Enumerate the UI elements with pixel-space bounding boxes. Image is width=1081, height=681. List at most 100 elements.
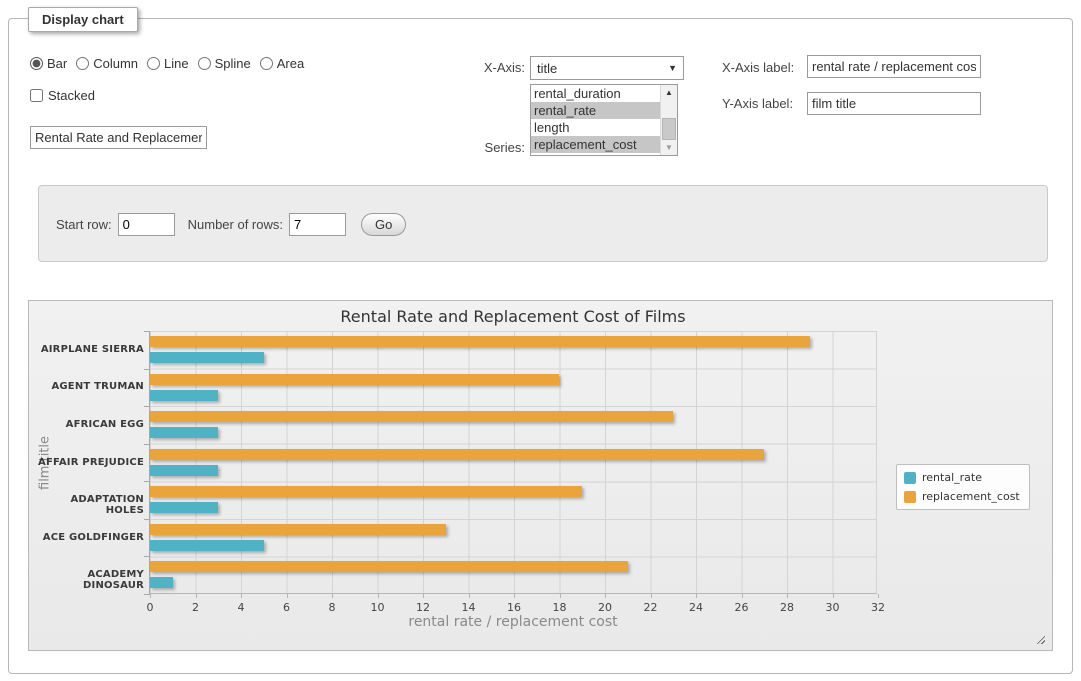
go-button[interactable]: Go — [361, 213, 406, 236]
y-axis-tick — [144, 556, 150, 557]
chart-type-radio-group: Bar Column Line Spline Area — [30, 56, 304, 71]
x-axis-select[interactable]: title ▼ — [530, 56, 684, 80]
x-tick-label: 6 — [267, 601, 307, 614]
bar-rental_rate[interactable] — [150, 427, 218, 438]
x-tick-label: 14 — [449, 601, 489, 614]
x-axis-tick — [833, 594, 834, 598]
scrollbar-thumb[interactable] — [662, 118, 676, 140]
x-axis-label-caption: X-Axis label: — [722, 60, 794, 75]
legend-label: replacement_cost — [922, 490, 1020, 503]
rows-panel-content: Start row: Number of rows: Go — [56, 213, 406, 236]
y-axis-tick — [144, 369, 150, 370]
bar-rental_rate[interactable] — [150, 540, 264, 551]
x-axis-tick — [196, 594, 197, 598]
x-axis-select-label: X-Axis: — [455, 60, 525, 75]
bar-replacement_cost[interactable] — [150, 524, 446, 535]
x-tick-label: 26 — [722, 601, 762, 614]
x-axis-tick — [514, 594, 515, 598]
x-axis-tick — [742, 594, 743, 598]
chart-title: Rental Rate and Replacement Cost of Film… — [29, 307, 997, 326]
series-option-rental-duration[interactable]: rental_duration — [531, 85, 660, 102]
series-listbox-scrollbar[interactable]: ▲ ▼ — [660, 85, 677, 155]
scroll-down-icon[interactable]: ▼ — [661, 140, 677, 155]
radio-input-area[interactable] — [260, 57, 273, 70]
resize-handle-icon[interactable] — [1034, 633, 1045, 644]
x-axis-title: rental rate / replacement cost — [149, 614, 877, 630]
x-axis-tick — [560, 594, 561, 598]
num-rows-input[interactable] — [289, 213, 346, 236]
category-label: AGENT TRUMAN — [34, 381, 144, 392]
bar-replacement_cost[interactable] — [150, 449, 764, 460]
legend-item-replacement_cost[interactable]: replacement_cost — [904, 490, 1020, 503]
y-axis-tick — [144, 519, 150, 520]
bar-rental_rate[interactable] — [150, 352, 264, 363]
stacked-checkbox[interactable] — [30, 89, 43, 102]
radio-input-line[interactable] — [147, 57, 160, 70]
x-axis-tick — [696, 594, 697, 598]
radio-input-bar[interactable] — [30, 57, 43, 70]
x-axis-tick — [150, 594, 151, 598]
x-tick-label: 8 — [312, 601, 352, 614]
radio-label-spline: Spline — [215, 56, 251, 71]
category-label: ACADEMY DINOSAUR — [34, 569, 144, 591]
start-row-label: Start row: — [56, 217, 112, 232]
series-listbox[interactable]: rental_duration rental_rate length repla… — [530, 84, 678, 156]
chart-type-radio-spline[interactable]: Spline — [198, 56, 251, 71]
category-label: AFRICAN EGG — [34, 419, 144, 430]
x-axis-selected-value: title — [537, 61, 557, 76]
stacked-checkbox-row[interactable]: Stacked — [30, 88, 95, 103]
radio-input-column[interactable] — [76, 57, 89, 70]
x-tick-label: 32 — [858, 601, 898, 614]
x-tick-label: 0 — [130, 601, 170, 614]
series-option-rental-rate[interactable]: rental_rate — [531, 102, 660, 119]
y-axis-label-input[interactable] — [807, 92, 981, 115]
chart-type-radio-line[interactable]: Line — [147, 56, 189, 71]
bar-replacement_cost[interactable] — [150, 411, 673, 422]
bar-rental_rate[interactable] — [150, 577, 173, 588]
bar-replacement_cost[interactable] — [150, 336, 810, 347]
bar-replacement_cost[interactable] — [150, 561, 628, 572]
x-tick-label: 22 — [631, 601, 671, 614]
bar-rental_rate[interactable] — [150, 465, 218, 476]
x-tick-label: 24 — [676, 601, 716, 614]
x-tick-label: 28 — [767, 601, 807, 614]
legend-item-rental_rate[interactable]: rental_rate — [904, 471, 1020, 484]
bar-replacement_cost[interactable] — [150, 486, 582, 497]
radio-label-column: Column — [93, 56, 138, 71]
scroll-up-icon[interactable]: ▲ — [661, 85, 677, 100]
chart-title-input[interactable] — [30, 126, 207, 149]
legend-swatch-icon — [904, 491, 916, 503]
y-axis-tick — [144, 406, 150, 407]
x-tick-label: 12 — [403, 601, 443, 614]
radio-input-spline[interactable] — [198, 57, 211, 70]
legend-label: rental_rate — [922, 471, 982, 484]
radio-label-area: Area — [277, 56, 304, 71]
series-option-length[interactable]: length — [531, 119, 660, 136]
series-options: rental_duration rental_rate length repla… — [531, 85, 660, 155]
chart-legend: rental_rate replacement_cost — [896, 464, 1030, 510]
category-label: ACE GOLDFINGER — [34, 532, 144, 543]
chart-type-radio-column[interactable]: Column — [76, 56, 138, 71]
start-row-input[interactable] — [118, 213, 175, 236]
x-axis-tick — [332, 594, 333, 598]
x-axis-label-input[interactable] — [807, 55, 981, 78]
category-label: AIRPLANE SIERRA — [34, 344, 144, 355]
x-tick-label: 4 — [221, 601, 261, 614]
bar-rental_rate[interactable] — [150, 502, 218, 513]
x-axis-tick — [241, 594, 242, 598]
category-label: AFFAIR PREJUDICE — [34, 457, 144, 468]
chart-type-radio-bar[interactable]: Bar — [30, 56, 67, 71]
rows-panel: Start row: Number of rows: Go — [38, 185, 1048, 262]
y-axis-tick — [144, 444, 150, 445]
x-tick-label: 18 — [540, 601, 580, 614]
chart-type-radio-area[interactable]: Area — [260, 56, 304, 71]
chevron-down-icon: ▼ — [668, 63, 677, 73]
bar-replacement_cost[interactable] — [150, 374, 559, 385]
x-axis-tick — [787, 594, 788, 598]
x-axis-tick — [287, 594, 288, 598]
x-axis-tick — [651, 594, 652, 598]
series-option-replacement-cost[interactable]: replacement_cost — [531, 136, 660, 153]
legend-swatch-icon — [904, 472, 916, 484]
bar-rental_rate[interactable] — [150, 390, 218, 401]
stacked-label: Stacked — [48, 88, 95, 103]
